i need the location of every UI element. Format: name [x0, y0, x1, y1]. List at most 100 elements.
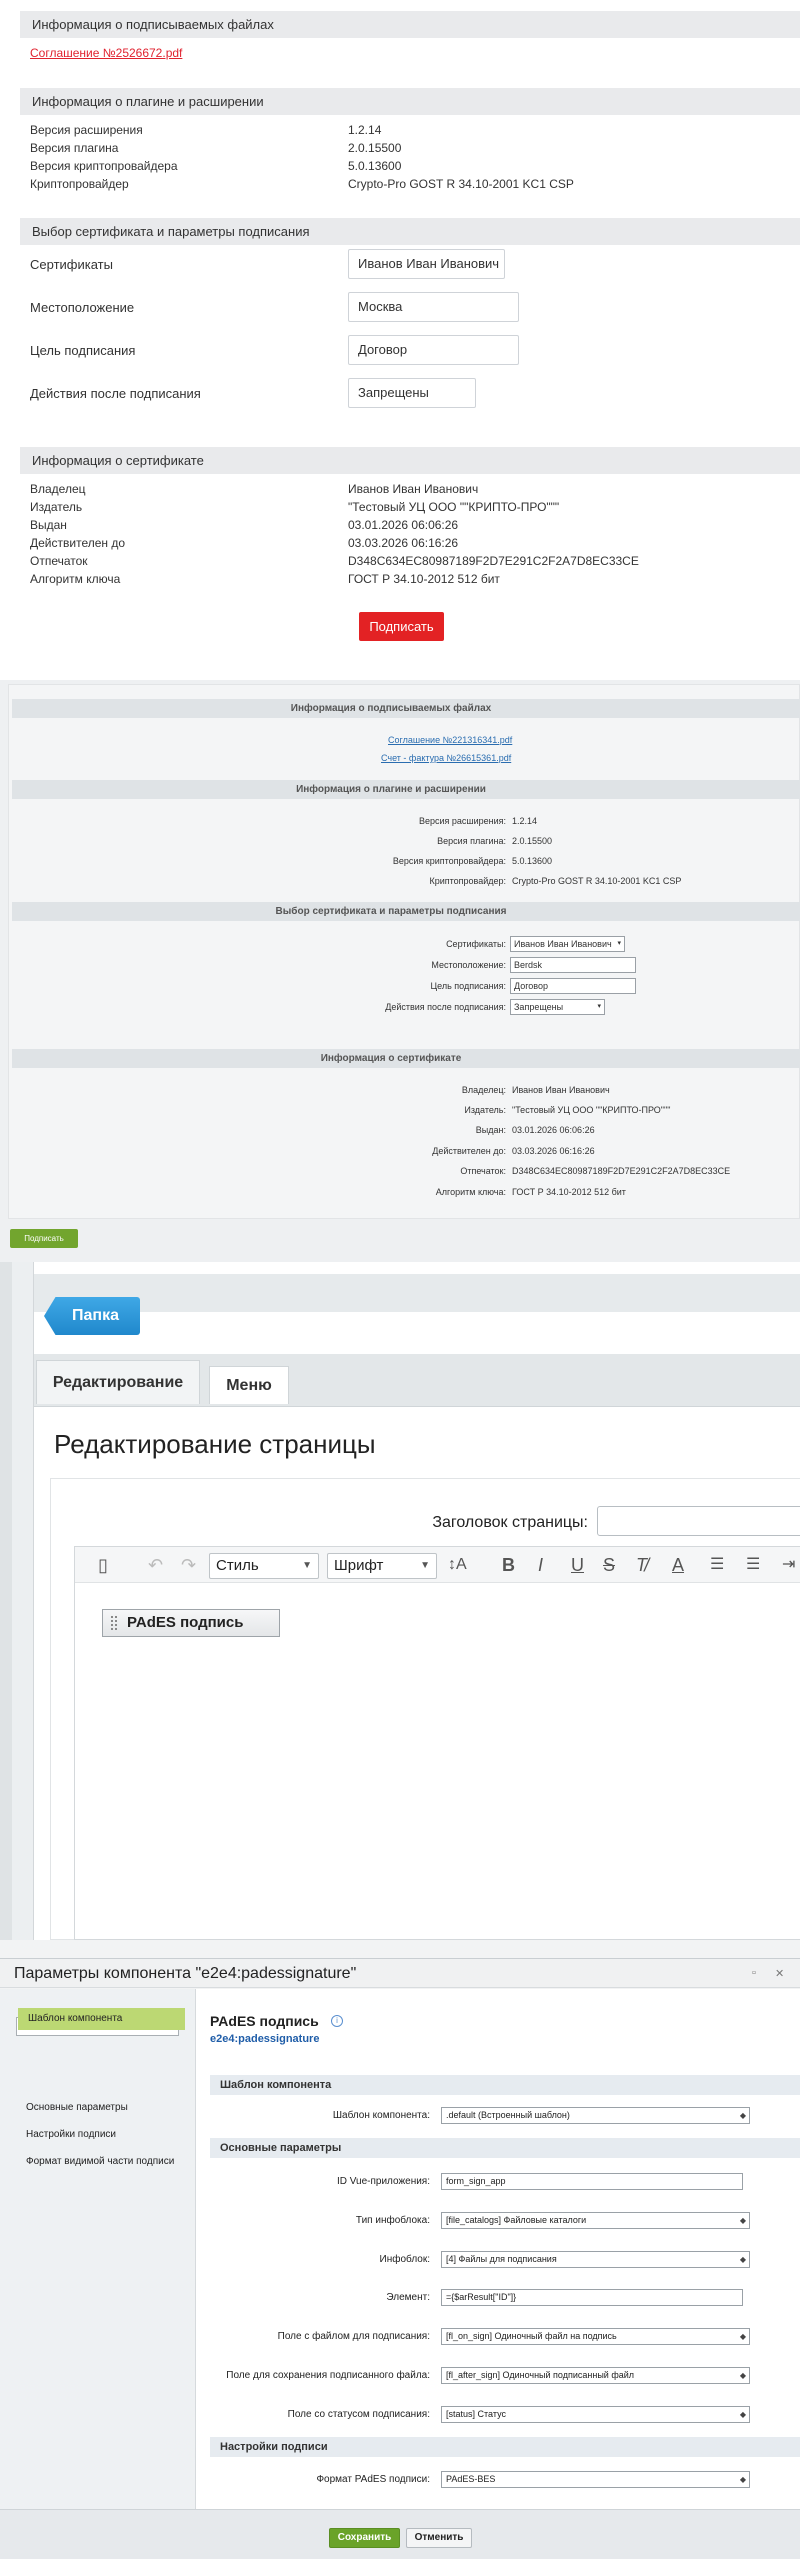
signed-file-field-select[interactable]: [fl_after_sign] Одиночный подписанный фа…	[441, 2367, 750, 2384]
certificates-label: Сертификаты	[30, 257, 113, 272]
page-title: Редактирование страницы	[54, 1429, 376, 1459]
bold-icon[interactable]: B	[502, 1555, 515, 1575]
certificates-label: Сертификаты:	[446, 939, 506, 949]
drag-handle-icon	[111, 1616, 117, 1630]
certificate-select[interactable]: Иванов Иван Иванович ▾	[510, 936, 625, 952]
element-input[interactable]: ={$arResult["ID"]}	[441, 2289, 743, 2306]
pades-format-select[interactable]: PAdES-BES ◆	[441, 2471, 750, 2488]
after-sign-select[interactable]: Запрещены ▾	[510, 999, 605, 1015]
cert-label: Отпечаток	[30, 554, 88, 568]
text-color-icon[interactable]: A	[672, 1555, 684, 1575]
cert-label: Алгоритм ключа	[30, 572, 121, 586]
close-icon[interactable]: ✕	[775, 1967, 784, 1980]
nav-item-template[interactable]: Шаблон компонента	[18, 2008, 185, 2030]
underline-icon[interactable]: U	[571, 1555, 584, 1575]
plugin-section-header: Информация о плагине и расширении	[12, 780, 800, 799]
font-size-icon[interactable]: ↕A	[448, 1555, 467, 1575]
template-select[interactable]: .default (Встроенный шаблон) ◆	[441, 2107, 750, 2124]
wysiwyg-editor[interactable]	[74, 1546, 800, 1940]
folder-button[interactable]: Папка	[44, 1297, 140, 1335]
bullet-list-icon[interactable]: ☰	[746, 1555, 760, 1575]
nav-item-main[interactable]: Основные параметры	[26, 2102, 128, 2113]
dialog-main	[196, 1989, 800, 2509]
param-label: Поле для сохранения подписанного файла:	[226, 2370, 430, 2381]
purpose-input[interactable]: Договор	[510, 978, 636, 994]
cert-info-header: Информация о сертификате	[12, 1049, 800, 1068]
plugin-value: Crypto-Pro GOST R 34.10-2001 KC1 CSP	[348, 177, 574, 191]
nav-item-sign[interactable]: Настройки подписи	[26, 2129, 116, 2140]
tab-menu[interactable]: Меню	[209, 1366, 289, 1404]
plugin-value: 1.2.14	[348, 123, 382, 137]
dialog-sidebar	[0, 1989, 196, 2509]
font-select[interactable]: Шрифт ▼	[327, 1553, 437, 1579]
cert-value: 03.01.2026 06:06:26	[512, 1125, 595, 1135]
cert-value: "Тестовый УЦ ООО ""КРИПТО-ПРО"""	[348, 500, 560, 514]
param-label: Элемент:	[386, 2292, 430, 2303]
plugin-label: Версия криптопровайдера:	[392, 856, 506, 866]
cert-label: Отпечаток:	[460, 1166, 506, 1176]
plugin-value: 1.2.14	[512, 816, 538, 826]
after-sign-label: Действия после подписания:	[385, 1002, 506, 1012]
ordered-list-icon[interactable]: ☰	[710, 1555, 724, 1575]
location-input[interactable]: Berdsk	[510, 957, 636, 973]
location-input[interactable]: Москва	[348, 292, 519, 322]
after-sign-label: Действия после подписания	[30, 386, 201, 401]
strikethrough-icon[interactable]: S	[603, 1555, 615, 1575]
files-section-header: Информация о подписываемых файлах	[12, 699, 800, 718]
param-label: Инфоблок:	[379, 2254, 430, 2265]
cert-label: Издатель	[30, 500, 83, 514]
pades-component-block[interactable]: PAdES подпись	[102, 1609, 280, 1637]
location-label: Местоположение:	[431, 960, 506, 970]
cert-label: Выдан	[30, 518, 67, 532]
italic-icon[interactable]: I	[538, 1555, 543, 1575]
section-header-sign: Настройки подписи	[210, 2437, 800, 2457]
param-label: Поле со статусом подписания:	[287, 2409, 430, 2420]
cert-value: 03.03.2026 06:16:26	[348, 536, 459, 550]
iblock-select[interactable]: [4] Файлы для подписания ◆	[441, 2251, 750, 2268]
nav-item-visible[interactable]: Формат видимой части подписи	[26, 2156, 174, 2167]
status-field-select[interactable]: [status] Статус ◆	[441, 2406, 750, 2423]
cert-select-header: Выбор сертификата и параметры подписания	[12, 902, 800, 921]
file-link[interactable]: Соглашение №2526672.pdf	[30, 46, 182, 60]
cert-value: ГОСТ Р 34.10-2012 512 бит	[348, 572, 500, 586]
vue-app-id-input[interactable]: form_sign_app	[441, 2173, 743, 2190]
cert-label: Действителен до	[30, 536, 126, 550]
plugin-value: 2.0.15500	[348, 141, 402, 155]
plugin-label: Версия плагина	[30, 141, 119, 155]
save-button[interactable]: Сохранить	[329, 2528, 400, 2548]
cert-select-header: Выбор сертификата и параметры подписания	[20, 218, 800, 245]
left-gutter	[0, 1262, 12, 1940]
cancel-button[interactable]: Отменить	[406, 2528, 472, 2548]
file-link[interactable]: Счет - фактура №26615361.pdf	[381, 753, 511, 763]
redo-icon[interactable]: ↷	[181, 1555, 196, 1575]
purpose-input[interactable]: Договор	[348, 335, 519, 365]
sign-file-field-select[interactable]: [fl_on_sign] Одиночный файл на подпись ◆	[441, 2328, 750, 2345]
after-sign-select[interactable]: Запрещены	[348, 378, 476, 408]
page-heading-input[interactable]	[597, 1506, 800, 1536]
compact-panel-frame	[8, 684, 800, 1219]
signing-panel-compact: Информация о подписываемых файлах Соглаш…	[0, 680, 800, 1262]
info-icon[interactable]: i	[331, 2015, 343, 2027]
certificate-select[interactable]: Иванов Иван Иванович	[348, 249, 505, 279]
indent-icon[interactable]: ⇥	[782, 1555, 795, 1575]
plugin-label: Версия криптопровайдера	[30, 159, 178, 173]
maximize-icon[interactable]: ▫	[752, 1967, 756, 1979]
cert-label: Владелец	[30, 482, 86, 496]
plugin-label: Версия расширения	[30, 123, 143, 137]
cert-value: D348C634EC80987189F2D7E291C2F2A7D8EC33CE	[512, 1166, 731, 1176]
file-link[interactable]: Соглашение №221316341.pdf	[388, 735, 512, 745]
source-mode-icon[interactable]: ▯	[98, 1555, 108, 1575]
iblock-type-select[interactable]: [file_catalogs] Файловые каталоги ◆	[441, 2212, 750, 2229]
tab-edit[interactable]: Редактирование	[36, 1360, 200, 1404]
sign-button[interactable]: Подписать	[359, 612, 444, 641]
undo-icon[interactable]: ↶	[148, 1555, 163, 1575]
sign-button[interactable]: Подписать	[10, 1229, 78, 1248]
signing-panel-red: Информация о подписываемых файлах Соглаш…	[0, 0, 800, 680]
plugin-value: 2.0.15500	[512, 836, 553, 846]
plugin-value: 5.0.13600	[512, 856, 553, 866]
component-id: e2e4:padessignature	[210, 2033, 320, 2045]
section-header-template: Шаблон компонента	[210, 2075, 800, 2095]
plugin-value: 5.0.13600	[348, 159, 402, 173]
style-select[interactable]: Стиль ▼	[209, 1553, 319, 1579]
clear-format-icon[interactable]: T̸	[636, 1555, 647, 1575]
